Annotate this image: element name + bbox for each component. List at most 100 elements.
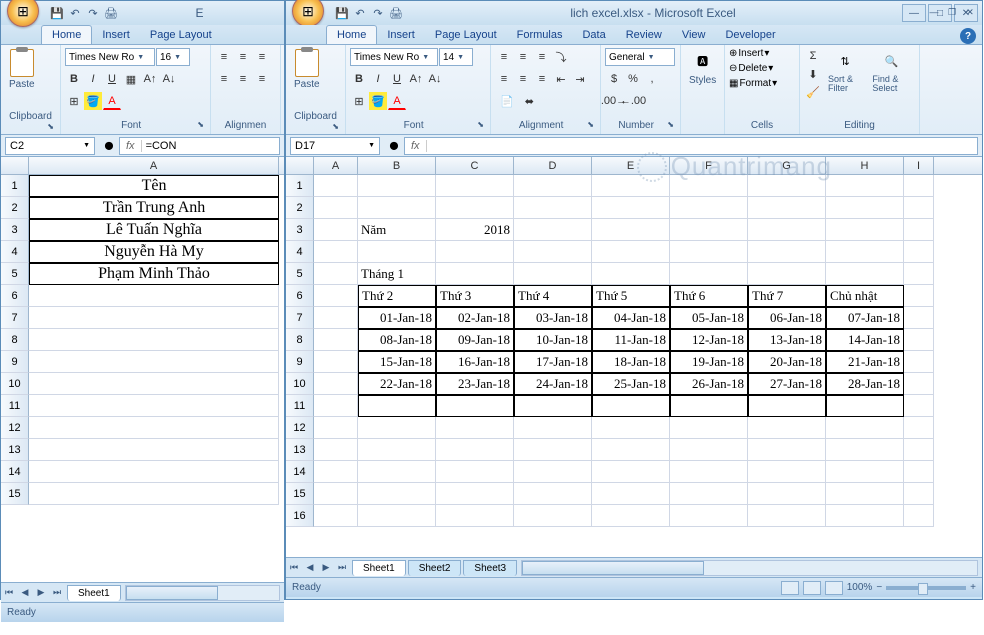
cell[interactable]: 13-Jan-18 xyxy=(748,329,826,351)
mdi-minimize-icon[interactable]: — xyxy=(926,5,942,19)
cell[interactable] xyxy=(904,461,934,483)
col-header-E[interactable]: E xyxy=(592,157,670,174)
help-icon[interactable]: ? xyxy=(960,28,976,44)
cell[interactable] xyxy=(314,417,358,439)
cell[interactable]: 05-Jan-18 xyxy=(670,307,748,329)
cell[interactable] xyxy=(748,395,826,417)
col-header-H[interactable]: H xyxy=(826,157,904,174)
border-button-2[interactable]: ⊞ xyxy=(65,92,83,110)
cell[interactable] xyxy=(436,175,514,197)
italic-button[interactable]: I xyxy=(84,70,102,88)
cell[interactable] xyxy=(904,373,934,395)
cell[interactable] xyxy=(358,175,436,197)
row-header-12[interactable]: 12 xyxy=(286,417,314,439)
cell[interactable] xyxy=(826,395,904,417)
cell[interactable]: Chủ nhật xyxy=(826,285,904,307)
cell[interactable]: Thứ 2 xyxy=(358,285,436,307)
cell[interactable]: 25-Jan-18 xyxy=(592,373,670,395)
cell[interactable] xyxy=(826,241,904,263)
cell[interactable] xyxy=(826,483,904,505)
cell[interactable]: 12-Jan-18 xyxy=(670,329,748,351)
row-header-15[interactable]: 15 xyxy=(1,483,29,505)
row-header-1[interactable]: 1 xyxy=(286,175,314,197)
cell[interactable] xyxy=(826,505,904,527)
zoom-slider[interactable] xyxy=(886,586,966,590)
col-header-I[interactable]: I xyxy=(904,157,934,174)
tab-developer[interactable]: Developer xyxy=(715,26,785,44)
namebox-expand-icon[interactable]: ⬤ xyxy=(384,141,404,150)
cell[interactable]: Trần Trung Anh xyxy=(29,197,279,219)
cell[interactable] xyxy=(670,417,748,439)
fill-color-button[interactable]: 🪣 xyxy=(369,92,387,110)
cell[interactable] xyxy=(904,219,934,241)
tab-formulas[interactable]: Formulas xyxy=(507,26,573,44)
cell[interactable] xyxy=(514,197,592,219)
cell[interactable] xyxy=(904,285,934,307)
cell[interactable]: 08-Jan-18 xyxy=(358,329,436,351)
cell[interactable] xyxy=(592,241,670,263)
minimize-button[interactable]: — xyxy=(902,4,926,22)
cell[interactable] xyxy=(670,197,748,219)
align-center-icon[interactable]: ≡ xyxy=(514,70,532,88)
cell[interactable]: 21-Jan-18 xyxy=(826,351,904,373)
cell[interactable] xyxy=(29,351,279,373)
font-name-combo[interactable]: Times New Ro▼ xyxy=(350,48,438,66)
cell[interactable] xyxy=(514,175,592,197)
cell[interactable] xyxy=(436,461,514,483)
font-name-combo[interactable]: Times New Ro▼ xyxy=(65,48,155,66)
row-header-8[interactable]: 8 xyxy=(286,329,314,351)
worksheet-grid[interactable]: ABCDEFGHI123Năm201845Tháng 16Thứ 2Thứ 3T… xyxy=(286,157,982,557)
row-header-4[interactable]: 4 xyxy=(286,241,314,263)
cell[interactable]: 26-Jan-18 xyxy=(670,373,748,395)
cell[interactable]: Thứ 3 xyxy=(436,285,514,307)
row-header-12[interactable]: 12 xyxy=(1,417,29,439)
sort-filter-button[interactable]: ⇅Sort & Filter xyxy=(824,47,866,95)
merge-button[interactable]: ⬌ xyxy=(520,92,539,110)
cell[interactable] xyxy=(314,307,358,329)
cell[interactable]: 06-Jan-18 xyxy=(748,307,826,329)
cell[interactable] xyxy=(904,417,934,439)
paste-button[interactable]: Paste xyxy=(290,47,324,92)
font-color-button[interactable]: A xyxy=(388,92,406,110)
cell[interactable] xyxy=(314,351,358,373)
prev-sheet-icon[interactable]: ◀ xyxy=(302,560,318,576)
cell[interactable] xyxy=(29,307,279,329)
align-left-icon[interactable]: ≡ xyxy=(495,70,513,88)
worksheet-grid[interactable]: A1Tên2Trần Trung Anh3Lê Tuấn Nghĩa4Nguyễ… xyxy=(1,157,284,582)
cell[interactable] xyxy=(748,483,826,505)
cell[interactable]: Thứ 7 xyxy=(748,285,826,307)
align-left-icon[interactable]: ≡ xyxy=(215,70,233,88)
cell[interactable] xyxy=(826,461,904,483)
cell[interactable] xyxy=(314,197,358,219)
row-header-7[interactable]: 7 xyxy=(286,307,314,329)
undo-icon[interactable]: ↶ xyxy=(352,5,368,21)
cell[interactable]: 10-Jan-18 xyxy=(514,329,592,351)
cell[interactable] xyxy=(29,395,279,417)
cell[interactable] xyxy=(592,263,670,285)
wrap-text-button[interactable]: 📄 xyxy=(495,92,519,110)
cell[interactable] xyxy=(592,505,670,527)
zoom-out-icon[interactable]: − xyxy=(876,582,882,593)
tab-home[interactable]: Home xyxy=(41,25,92,44)
cell[interactable]: Phạm Minh Thảo xyxy=(29,263,279,285)
last-sheet-icon[interactable]: ⏭ xyxy=(49,585,65,601)
cell[interactable] xyxy=(670,461,748,483)
col-header-D[interactable]: D xyxy=(514,157,592,174)
cell[interactable] xyxy=(904,263,934,285)
row-header-5[interactable]: 5 xyxy=(1,263,29,285)
cell[interactable] xyxy=(904,241,934,263)
prev-sheet-icon[interactable]: ◀ xyxy=(17,585,33,601)
sheet-tab-3[interactable]: Sheet3 xyxy=(463,560,517,576)
cell[interactable] xyxy=(29,329,279,351)
cell[interactable] xyxy=(514,241,592,263)
cell[interactable] xyxy=(592,175,670,197)
cell[interactable] xyxy=(314,285,358,307)
fx-icon[interactable]: fx xyxy=(120,140,142,152)
row-header-16[interactable]: 16 xyxy=(286,505,314,527)
tab-page-layout[interactable]: Page Layout xyxy=(140,26,222,44)
find-select-button[interactable]: 🔍Find & Select xyxy=(868,47,915,95)
next-sheet-icon[interactable]: ▶ xyxy=(33,585,49,601)
increase-font-button[interactable]: A↑ xyxy=(407,70,425,88)
row-header-10[interactable]: 10 xyxy=(1,373,29,395)
cell[interactable] xyxy=(826,175,904,197)
